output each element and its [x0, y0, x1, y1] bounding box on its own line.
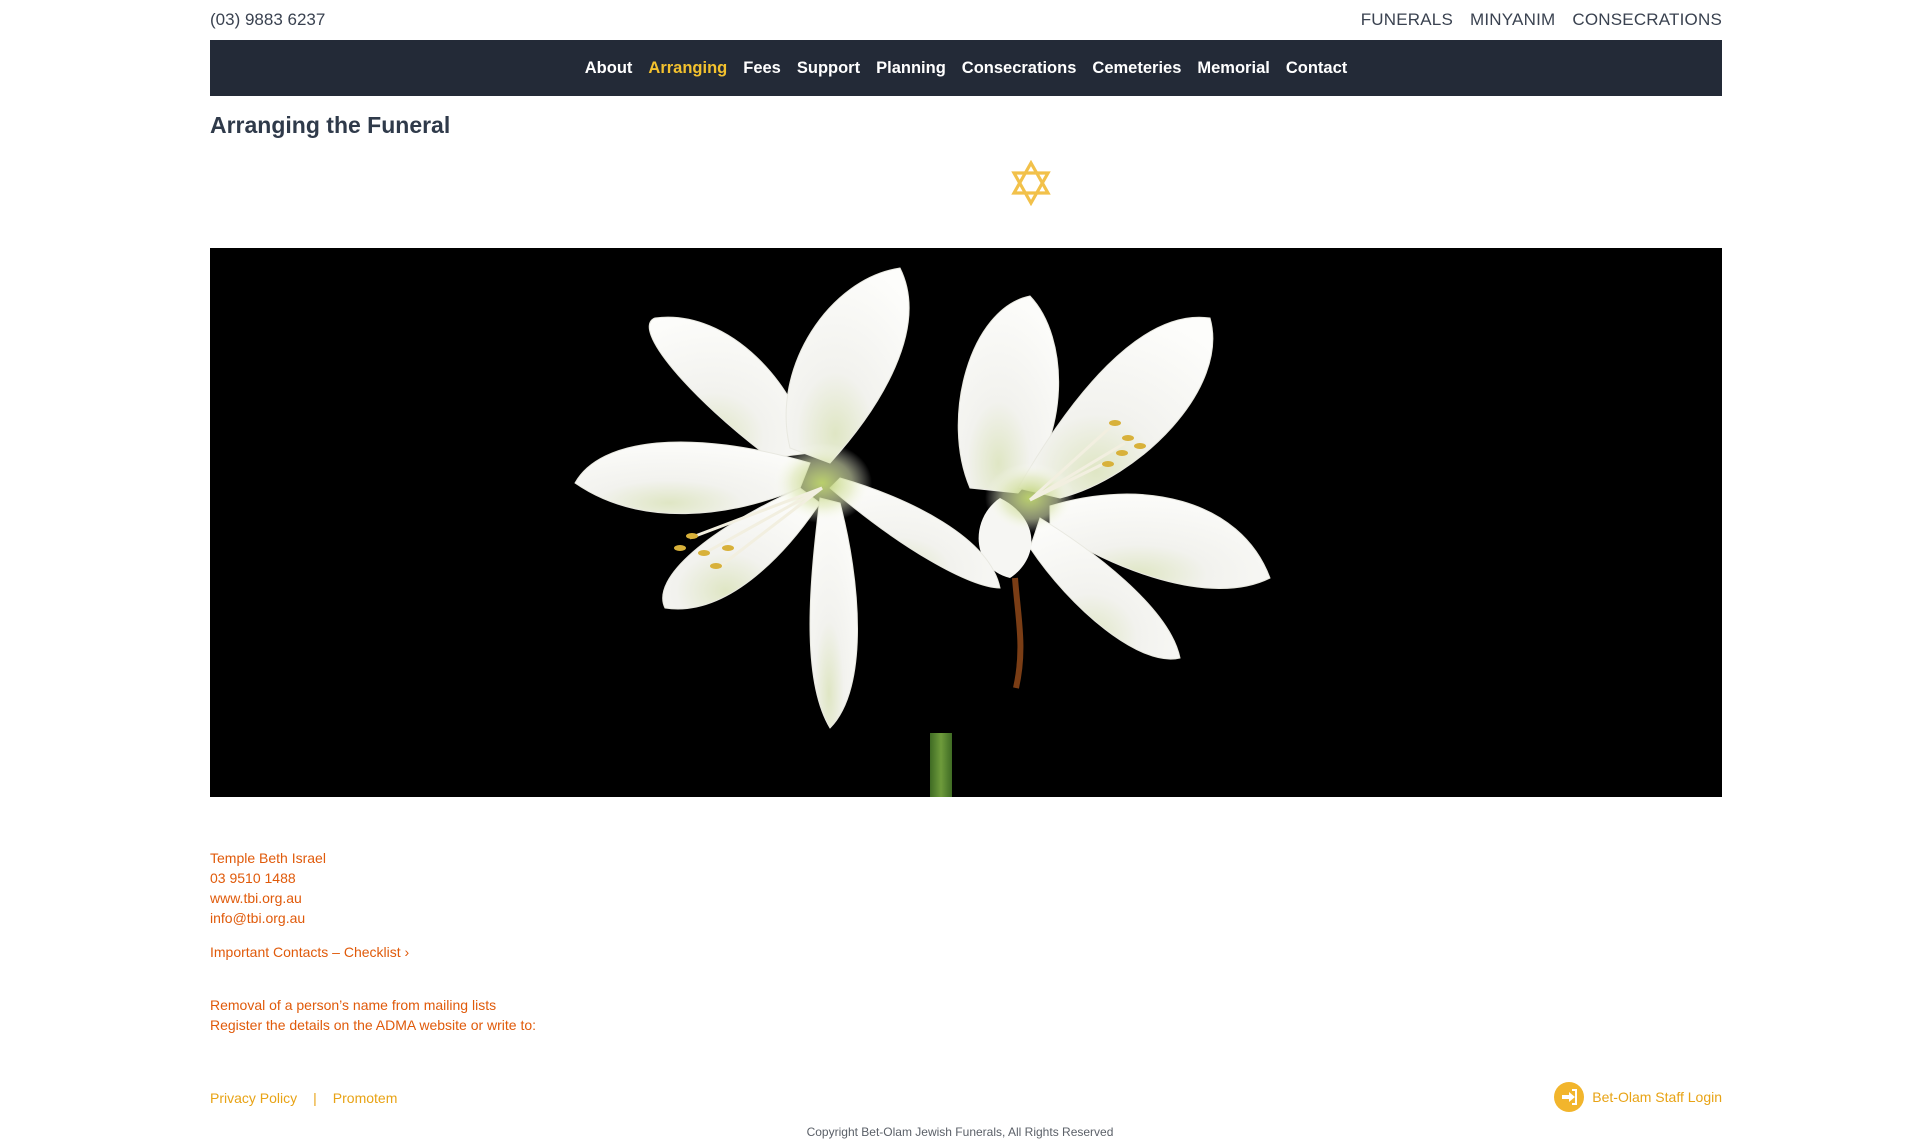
footer-links: Privacy Policy | Promotem — [210, 1090, 397, 1106]
contact-name: Temple Beth Israel — [210, 850, 326, 866]
login-icon[interactable] — [1554, 1082, 1585, 1112]
hero-lily-image — [210, 248, 1722, 797]
lily-illustration — [574, 267, 1271, 797]
star-of-david-icon — [1011, 160, 1051, 206]
promotem-link[interactable]: Promotem — [333, 1090, 398, 1106]
nav-item-cemeteries[interactable]: Cemeteries — [1092, 59, 1181, 78]
removal-heading: Removal of a person’s name from mailing … — [210, 997, 497, 1013]
top-utility-bar: (03) 9883 6237 FUNERALS MINYANIM CONSECR… — [210, 0, 1722, 40]
staff-login[interactable]: Bet-Olam Staff Login — [1554, 1082, 1722, 1112]
page-title: Arranging the Funeral — [210, 112, 451, 138]
copyright-text: Copyright Bet-Olam Jewish Funerals, All … — [806, 1125, 1114, 1139]
contact-block: Temple Beth Israel 03 9510 1488 www.tbi.… — [210, 848, 326, 928]
top-link-funerals[interactable]: FUNERALS — [1361, 10, 1453, 30]
removal-info: Removal of a person’s name from mailing … — [210, 995, 536, 1035]
phone-number[interactable]: (03) 9883 6237 — [210, 10, 325, 30]
staff-login-link[interactable]: Bet-Olam Staff Login — [1592, 1089, 1722, 1105]
nav-item-support[interactable]: Support — [797, 59, 860, 78]
nav-item-about[interactable]: About — [585, 59, 633, 78]
nav-item-arranging[interactable]: Arranging — [648, 59, 727, 78]
top-links: FUNERALS MINYANIM CONSECRATIONS — [1361, 10, 1722, 30]
contact-phone[interactable]: 03 9510 1488 — [210, 868, 326, 888]
nav-item-fees[interactable]: Fees — [743, 59, 781, 78]
contact-email-link[interactable]: info@tbi.org.au — [210, 908, 326, 928]
checklist-link[interactable]: Important Contacts – Checklist › — [210, 944, 409, 960]
main-nav: About Arranging Fees Support Planning Co… — [210, 40, 1722, 96]
removal-text: Register the details on the ADMA website… — [210, 1017, 537, 1033]
nav-item-planning[interactable]: Planning — [876, 59, 946, 78]
nav-item-consecrations[interactable]: Consecrations — [962, 59, 1077, 78]
nav-item-contact[interactable]: Contact — [1286, 59, 1347, 78]
top-link-minyanim[interactable]: MINYANIM — [1470, 10, 1555, 30]
footer-separator: | — [313, 1090, 317, 1106]
privacy-policy-link[interactable]: Privacy Policy — [210, 1090, 297, 1106]
top-link-consecrations[interactable]: CONSECRATIONS — [1572, 10, 1722, 30]
contact-website-link[interactable]: www.tbi.org.au — [210, 888, 326, 908]
nav-item-memorial[interactable]: Memorial — [1197, 59, 1269, 78]
